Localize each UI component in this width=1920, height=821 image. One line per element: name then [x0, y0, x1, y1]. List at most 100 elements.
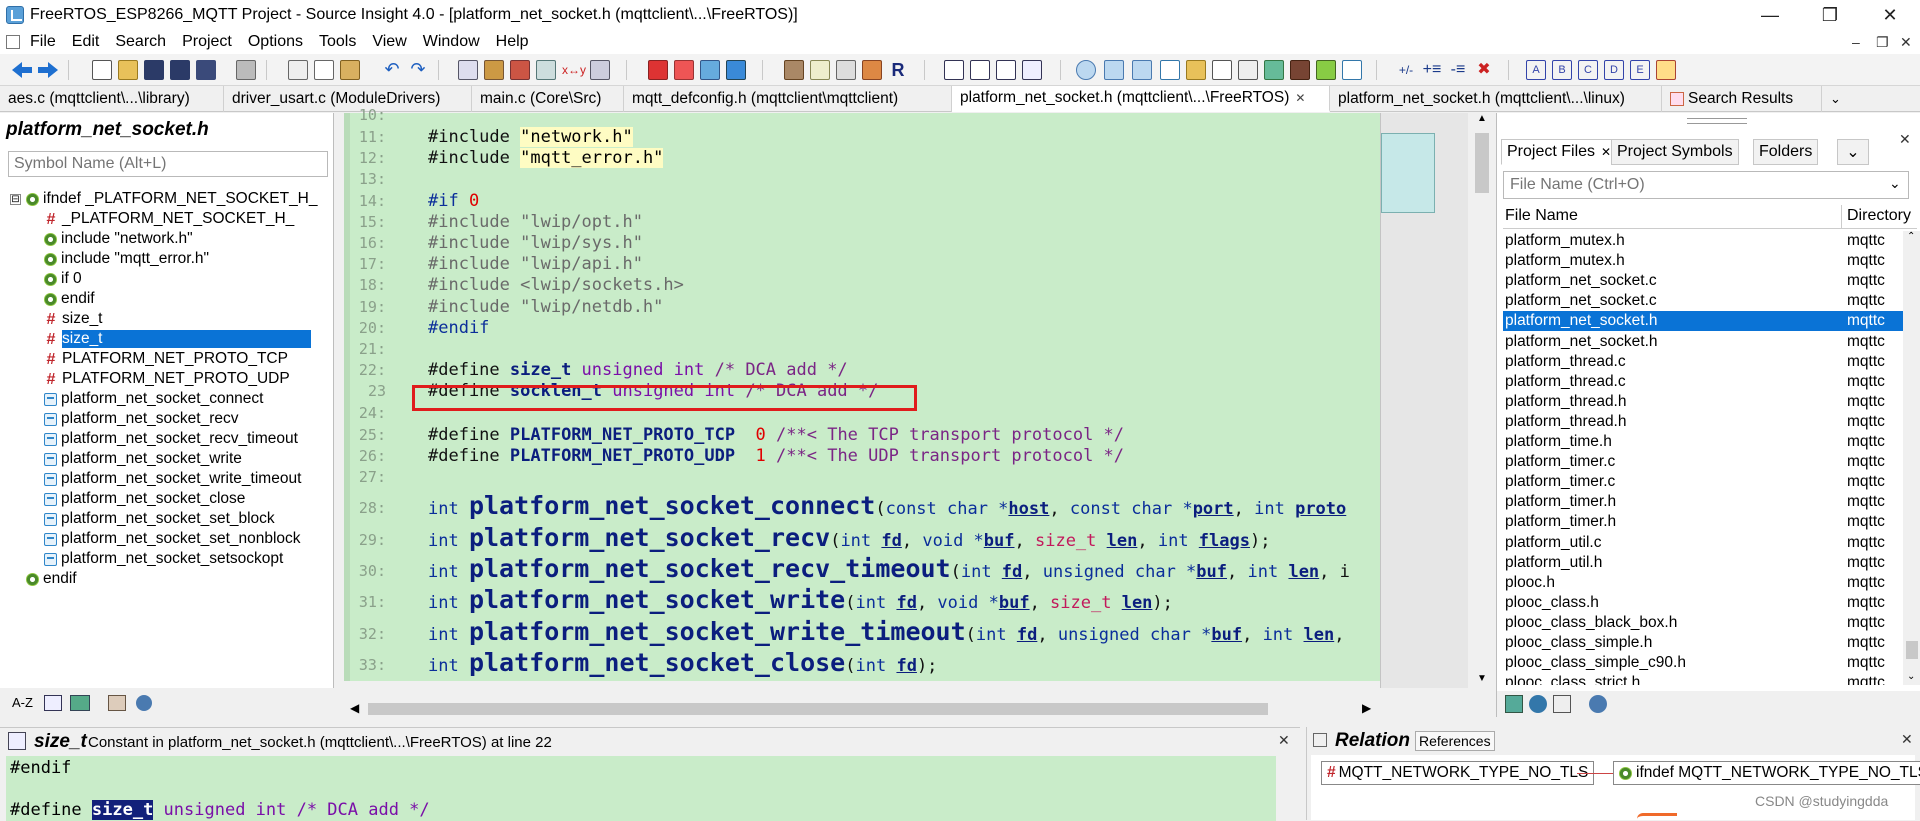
find-prev-icon[interactable] [510, 60, 530, 80]
tab-close-icon[interactable]: ✕ [1601, 145, 1611, 159]
new-file-icon[interactable] [92, 60, 112, 80]
menu-view[interactable]: View [364, 33, 414, 51]
scroll-right-icon[interactable]: ▶ [1362, 701, 1371, 715]
scroll-left-icon[interactable]: ◀ [350, 701, 359, 715]
scroll-up-icon[interactable]: ▲ [1477, 113, 1487, 124]
tab-project-symbols[interactable]: Project Symbols [1611, 139, 1739, 165]
editor-vertical-scrollbar[interactable]: ▲ ▼ [1473, 113, 1491, 688]
style-d-icon[interactable]: D [1604, 60, 1624, 80]
save-all-icon[interactable] [196, 60, 216, 80]
maximize-button[interactable]: ❐ [1800, 0, 1860, 30]
file-list-row[interactable]: platform_util.c mqttc [1503, 533, 1903, 553]
file-list-row[interactable]: plooc_class_simple_c90.h mqttc [1503, 653, 1903, 673]
file-name-search-input[interactable] [1503, 171, 1909, 199]
book-icon[interactable] [108, 695, 126, 711]
sync-icon[interactable] [1505, 695, 1523, 713]
file-list-row[interactable]: platform_timer.h mqttc [1503, 512, 1903, 532]
tab-main-c[interactable]: main.c (Core\Src) [472, 86, 624, 112]
menu-tools[interactable]: Tools [311, 33, 364, 51]
find-icon[interactable] [458, 60, 478, 80]
undo-icon[interactable]: ↶ [382, 60, 402, 80]
files-icon[interactable] [1212, 60, 1232, 80]
column-file-name[interactable]: File Name [1505, 207, 1578, 225]
close-panel-icon[interactable]: ✕ [1901, 731, 1913, 748]
symbol-list-icon[interactable] [1104, 60, 1124, 80]
tree-item[interactable]: platform_net_socket_write [44, 449, 242, 469]
style-a-icon[interactable]: A [1526, 60, 1546, 80]
style-e-icon[interactable]: E [1630, 60, 1650, 80]
context-code-view[interactable]: #endif #define size_t unsigned int /* DC… [6, 756, 1276, 821]
tree-item[interactable]: # PLATFORM_NET_PROTO_TCP [44, 349, 288, 369]
references-tab[interactable]: References [1415, 731, 1495, 751]
scroll-up-icon[interactable]: ⌃ [1907, 231, 1915, 242]
context-window-icon[interactable] [810, 60, 830, 80]
menu-search[interactable]: Search [107, 33, 174, 51]
menu-edit[interactable]: Edit [64, 33, 108, 51]
tree-item[interactable]: platform_net_socket_set_nonblock [44, 529, 301, 549]
tree-item[interactable]: # PLATFORM_NET_PROTO_UDP [44, 369, 290, 389]
close-panel-icon[interactable]: ✕ [1278, 732, 1290, 749]
file-list-row[interactable]: platform_timer.h mqttc [1503, 492, 1903, 512]
tree-item[interactable]: endif [44, 289, 95, 309]
tree-item[interactable]: include "mqtt_error.h" [44, 249, 209, 269]
delete-icon[interactable]: ✖ [1474, 60, 1494, 80]
file-list-row[interactable]: platform_net_socket.c mqttc [1503, 291, 1903, 311]
layout-1-icon[interactable] [944, 60, 964, 80]
file-list-row[interactable]: platform_timer.c mqttc [1503, 452, 1903, 472]
compare-icon[interactable] [1342, 60, 1362, 80]
close-panel-icon[interactable]: ✕ [1899, 131, 1911, 148]
open-folder-icon[interactable] [118, 60, 138, 80]
layout-4-icon[interactable] [1022, 60, 1042, 80]
file-list-row[interactable]: plooc.h mqttc [1503, 573, 1903, 593]
code-minimap[interactable] [1380, 113, 1468, 688]
tab-folders[interactable]: Folders [1753, 139, 1819, 165]
find-next-icon[interactable] [484, 60, 504, 80]
file-list-scrollbar[interactable]: ⌃ ⌄ [1903, 231, 1920, 685]
clip-window-icon[interactable] [862, 60, 882, 80]
style-c-icon[interactable]: C [1578, 60, 1598, 80]
relation-node[interactable]: ifndef MQTT_NETWORK_TYPE_NO_TLS [1613, 761, 1920, 785]
minimap-viewport[interactable] [1381, 133, 1435, 213]
jump-icon[interactable] [700, 60, 720, 80]
file-list-row[interactable]: platform_time.h mqttc [1503, 432, 1903, 452]
print-icon[interactable] [236, 60, 256, 80]
file-list-row[interactable]: platform_thread.h mqttc [1503, 412, 1903, 432]
house-icon[interactable] [1264, 60, 1284, 80]
mdi-close-button[interactable]: ✕ [1900, 34, 1912, 51]
mdi-minimize-button[interactable]: – [1852, 34, 1860, 50]
back-arrow-icon[interactable] [12, 62, 32, 78]
syntax-format-icon[interactable]: R [888, 60, 908, 80]
tabs-dropdown-chevron-icon[interactable]: ⌄ [1837, 139, 1869, 165]
tree-item[interactable]: platform_net_socket_connect [44, 389, 263, 409]
drag-handle[interactable] [1687, 118, 1747, 124]
file-list-row[interactable]: plooc_class.h mqttc [1503, 593, 1903, 613]
column-divider[interactable] [1841, 205, 1842, 229]
file-list-row[interactable]: platform_net_socket.c mqttc [1503, 271, 1903, 291]
tree-item[interactable]: platform_net_socket_write_timeout [44, 469, 301, 489]
collapse-icon[interactable]: -≡ [1448, 60, 1468, 80]
list-view-icon[interactable] [44, 695, 62, 711]
forward-arrow-icon[interactable] [38, 62, 58, 78]
scroll-thumb[interactable] [1475, 133, 1489, 193]
menu-options[interactable]: Options [240, 33, 311, 51]
file-list-row[interactable]: platform_timer.c mqttc [1503, 472, 1903, 492]
tab-platform-net-socket-h-linux[interactable]: platform_net_socket.h (mqttclient\...\li… [1330, 86, 1662, 112]
window-list-icon[interactable] [1238, 60, 1258, 80]
relation-window-icon[interactable] [836, 60, 856, 80]
sync-icon[interactable] [1316, 60, 1336, 80]
save-as-icon[interactable] [170, 60, 190, 80]
paste-icon[interactable] [340, 60, 360, 80]
tabs-dropdown-chevron-icon[interactable]: ⌄ [1822, 86, 1852, 112]
bookmark-icon[interactable] [648, 60, 668, 80]
layout-2-icon[interactable] [970, 60, 990, 80]
menu-window[interactable]: Window [415, 33, 488, 51]
code-editor[interactable]: 10: 11: #include "network.h" 12: #include "m… [344, 106, 1380, 681]
build-icon[interactable] [726, 60, 746, 80]
tree-item[interactable]: # _PLATFORM_NET_SOCKET_H_ [44, 209, 295, 229]
menu-help[interactable]: Help [488, 33, 537, 51]
tab-aes-c[interactable]: aes.c (mqttclient\...\library) [0, 86, 224, 112]
script-icon[interactable] [1160, 60, 1180, 80]
save-icon[interactable] [144, 60, 164, 80]
tree-item[interactable]: if 0 [44, 269, 82, 289]
column-directory[interactable]: Directory [1847, 207, 1911, 225]
